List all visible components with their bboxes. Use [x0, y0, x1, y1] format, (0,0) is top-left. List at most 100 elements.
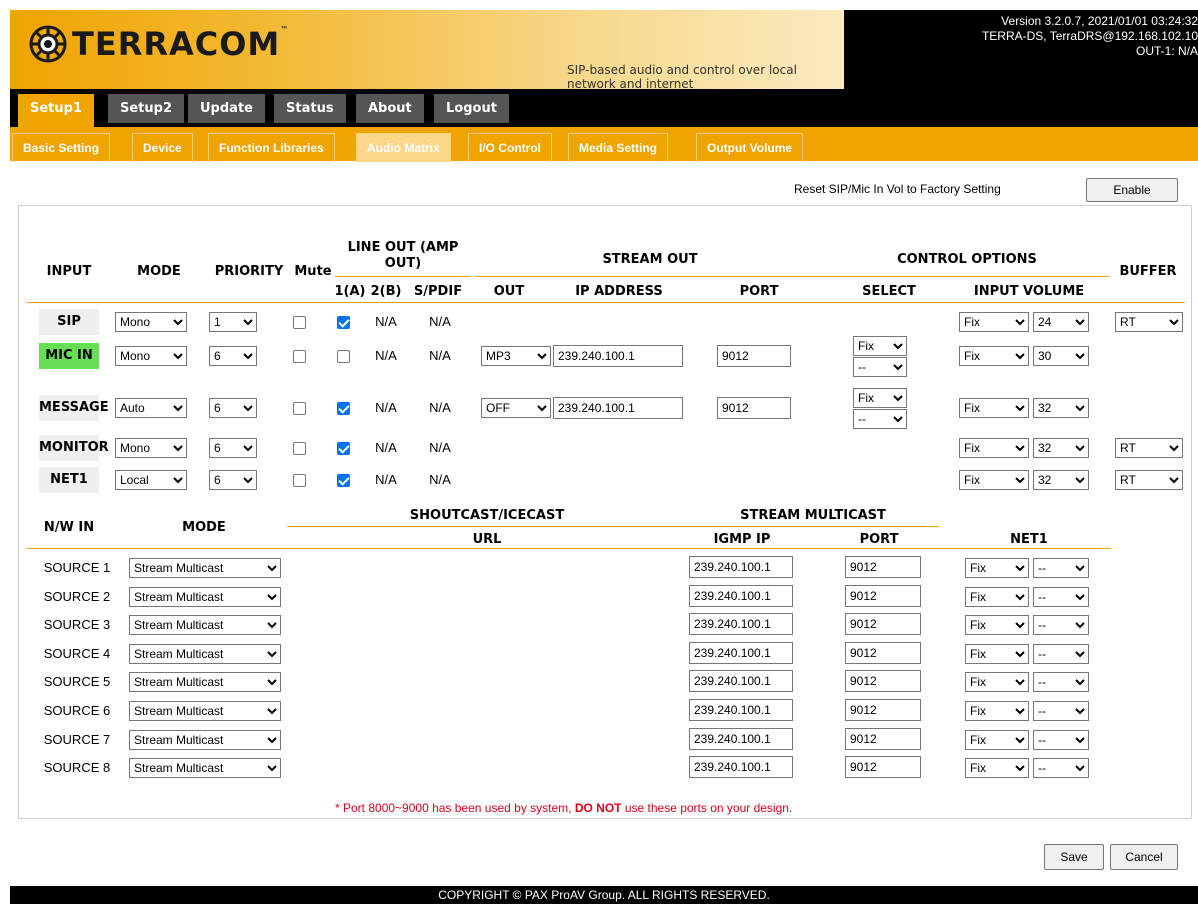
net1-target-select[interactable]: --: [1033, 729, 1089, 750]
igmp-ip-input[interactable]: 239.240.100.1: [689, 584, 793, 607]
source-port-input[interactable]: 9012: [845, 670, 921, 693]
priority-select[interactable]: 6: [209, 346, 257, 366]
select-mode-select[interactable]: Fix: [853, 336, 907, 356]
mute-checkbox[interactable]: [293, 474, 306, 487]
mode-select[interactable]: Mono: [115, 346, 187, 366]
net1-mode-select[interactable]: Fix: [965, 672, 1029, 693]
igmp-ip-input[interactable]: 239.240.100.1: [689, 670, 793, 693]
priority-select[interactable]: 6: [209, 438, 257, 458]
source-mode-select[interactable]: Stream Multicast: [129, 758, 281, 779]
tab-setup2[interactable]: Setup2: [108, 94, 184, 123]
net1-mode-select[interactable]: Fix: [965, 729, 1029, 750]
priority-select[interactable]: 6: [209, 470, 257, 490]
igmp-ip-input[interactable]: 239.240.100.1: [689, 641, 793, 664]
buffer-select[interactable]: RT: [1115, 470, 1183, 490]
net1-mode-select[interactable]: Fix: [965, 643, 1029, 664]
mute-checkbox[interactable]: [293, 350, 306, 363]
source-mode-select[interactable]: Stream Multicast: [129, 672, 281, 693]
net1-target-select[interactable]: --: [1033, 586, 1089, 607]
input-volume-select[interactable]: 30: [1033, 346, 1089, 366]
mode-select[interactable]: Local: [115, 470, 187, 490]
mode-select[interactable]: Mono: [115, 438, 187, 458]
igmp-ip-input[interactable]: 239.240.100.1: [689, 756, 793, 779]
subtab-device[interactable]: Device: [132, 133, 193, 162]
input-volume-mode-select[interactable]: Fix: [959, 470, 1029, 490]
priority-select[interactable]: 1: [209, 312, 257, 332]
subtab-output-volume[interactable]: Output Volume: [696, 133, 804, 162]
cancel-button[interactable]: Cancel: [1110, 844, 1178, 870]
chevron-down-icon: [173, 405, 183, 412]
line-out-1a-checkbox[interactable]: [337, 316, 350, 329]
input-volume-select[interactable]: 24: [1033, 312, 1089, 332]
net1-mode-select[interactable]: Fix: [965, 701, 1029, 721]
buffer-select[interactable]: RT: [1115, 312, 1183, 332]
net1-target-select[interactable]: --: [1033, 615, 1089, 636]
stream-out-select[interactable]: MP3: [481, 346, 551, 366]
stream-port-input[interactable]: 9012: [717, 397, 791, 419]
tab-update[interactable]: Update: [188, 94, 265, 123]
net1-mode-select[interactable]: Fix: [965, 615, 1029, 636]
source-port-input[interactable]: 9012: [845, 613, 921, 636]
save-button[interactable]: Save: [1044, 844, 1104, 870]
source-mode-select[interactable]: Stream Multicast: [129, 701, 281, 721]
line-out-1a-checkbox[interactable]: [337, 442, 350, 455]
mode-select[interactable]: Auto: [115, 398, 187, 418]
input-volume-mode-select[interactable]: Fix: [959, 346, 1029, 366]
source-mode-select[interactable]: Stream Multicast: [129, 558, 281, 578]
tab-logout[interactable]: Logout: [434, 94, 509, 123]
stream-port-input[interactable]: 9012: [717, 345, 791, 367]
net1-target-select[interactable]: --: [1033, 758, 1089, 779]
source-port-input[interactable]: 9012: [845, 756, 921, 779]
igmp-ip-input[interactable]: 239.240.100.1: [689, 556, 793, 578]
igmp-ip-input[interactable]: 239.240.100.1: [689, 727, 793, 750]
line-out-1a-checkbox[interactable]: [337, 402, 350, 415]
source-port-input[interactable]: 9012: [845, 641, 921, 664]
input-volume-mode-select[interactable]: Fix: [959, 398, 1029, 418]
enable-button[interactable]: Enable: [1086, 178, 1178, 202]
input-volume-mode-select[interactable]: Fix: [959, 312, 1029, 332]
stream-ip-input[interactable]: 239.240.100.1: [553, 397, 683, 419]
net1-target-select[interactable]: --: [1033, 672, 1089, 693]
net1-target-select[interactable]: --: [1033, 701, 1089, 721]
input-volume-mode-select[interactable]: Fix: [959, 438, 1029, 458]
subtab-basic-setting[interactable]: Basic Setting: [12, 133, 111, 162]
subtab-function-libraries[interactable]: Function Libraries: [208, 133, 335, 162]
net1-mode-select[interactable]: Fix: [965, 558, 1029, 578]
buffer-select[interactable]: RT: [1115, 438, 1183, 458]
priority-select[interactable]: 6: [209, 398, 257, 418]
mode-select[interactable]: Mono: [115, 312, 187, 332]
subtab-media-setting[interactable]: Media Setting: [568, 133, 669, 162]
tab-status[interactable]: Status: [274, 94, 346, 123]
stream-out-select[interactable]: OFF: [481, 398, 551, 418]
line-out-1a-checkbox[interactable]: [337, 474, 350, 487]
input-volume-select[interactable]: 32: [1033, 438, 1089, 458]
mute-checkbox[interactable]: [293, 316, 306, 329]
net1-mode-select[interactable]: Fix: [965, 586, 1029, 607]
igmp-ip-input[interactable]: 239.240.100.1: [689, 699, 793, 721]
select-mode-select[interactable]: Fix: [853, 388, 907, 408]
source-mode-select[interactable]: Stream Multicast: [129, 586, 281, 607]
source-port-input[interactable]: 9012: [845, 556, 921, 578]
select-target-select[interactable]: --: [853, 409, 907, 429]
line-out-1a-checkbox[interactable]: [337, 350, 350, 363]
net1-target-select[interactable]: --: [1033, 558, 1089, 578]
input-volume-select[interactable]: 32: [1033, 470, 1089, 490]
source-port-input[interactable]: 9012: [845, 699, 921, 721]
net1-mode-select[interactable]: Fix: [965, 758, 1029, 779]
source-mode-select[interactable]: Stream Multicast: [129, 643, 281, 664]
source-mode-select[interactable]: Stream Multicast: [129, 729, 281, 750]
subtab-audio-matrix[interactable]: Audio Matrix: [356, 133, 451, 162]
stream-ip-input[interactable]: 239.240.100.1: [553, 345, 683, 367]
select-target-select[interactable]: --: [853, 357, 907, 377]
mute-checkbox[interactable]: [293, 442, 306, 455]
source-port-input[interactable]: 9012: [845, 727, 921, 750]
input-volume-select[interactable]: 32: [1033, 398, 1089, 418]
subtab-io-control[interactable]: I/O Control: [468, 133, 552, 162]
igmp-ip-input[interactable]: 239.240.100.1: [689, 613, 793, 636]
tab-about[interactable]: About: [356, 94, 424, 123]
source-port-input[interactable]: 9012: [845, 584, 921, 607]
source-mode-select[interactable]: Stream Multicast: [129, 615, 281, 636]
tab-setup1[interactable]: Setup1: [18, 94, 94, 127]
net1-target-select[interactable]: --: [1033, 643, 1089, 664]
mute-checkbox[interactable]: [293, 402, 306, 415]
